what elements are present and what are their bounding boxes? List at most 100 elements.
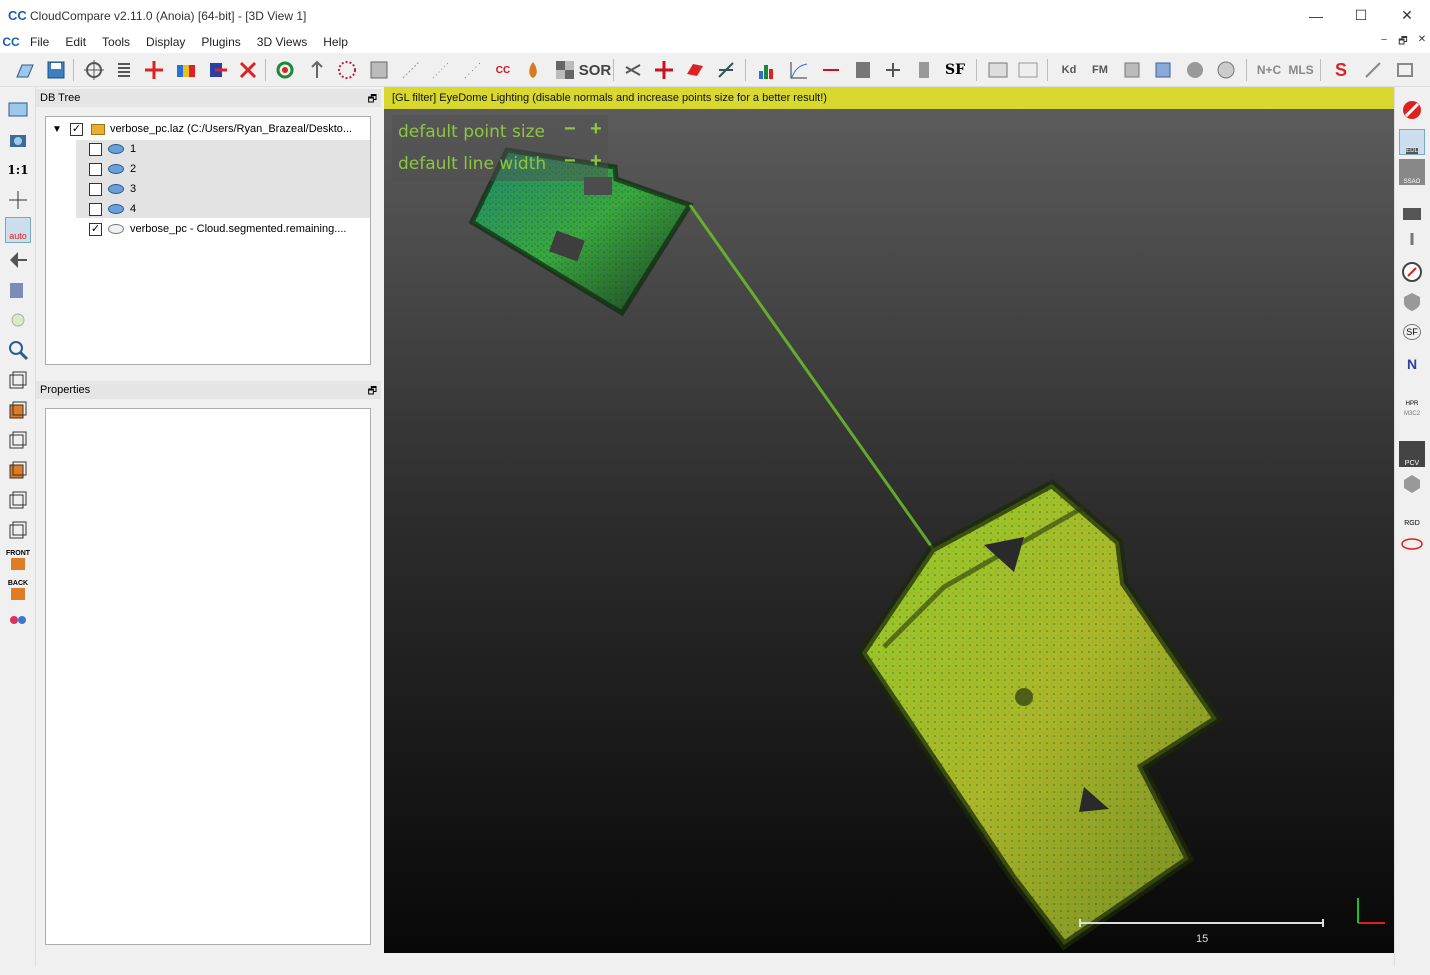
csv-icon[interactable]: [1150, 57, 1176, 83]
mdi-minimize-button[interactable]: –: [1377, 34, 1391, 48]
list-icon[interactable]: [111, 57, 137, 83]
plane-icon[interactable]: [682, 57, 708, 83]
perspective-icon[interactable]: [5, 277, 31, 303]
camera-icon[interactable]: [5, 127, 31, 153]
stereo-icon[interactable]: [5, 607, 31, 633]
save-icon[interactable]: [43, 57, 69, 83]
pdf-icon[interactable]: [1119, 57, 1145, 83]
stop-icon[interactable]: [1399, 97, 1425, 123]
globe-icon[interactable]: [1213, 57, 1239, 83]
brush-icon[interactable]: [1399, 229, 1425, 255]
m3c2-icon[interactable]: M3C2: [1399, 411, 1425, 437]
menu-file[interactable]: File: [22, 35, 57, 49]
zoom-1-1-icon[interactable]: 1:1: [5, 157, 31, 183]
minmax-icon[interactable]: [818, 57, 844, 83]
shield-icon[interactable]: [1399, 289, 1425, 315]
tree-root-checkbox[interactable]: ✓: [70, 122, 83, 136]
ellipse-icon[interactable]: [1399, 531, 1425, 557]
clapper-icon[interactable]: [1399, 199, 1425, 225]
s-icon[interactable]: S: [1328, 57, 1354, 83]
scissors-icon[interactable]: [620, 57, 646, 83]
canupo-create-icon[interactable]: [985, 57, 1011, 83]
dots-icon[interactable]: [334, 57, 360, 83]
canupo-classify-icon[interactable]: [1015, 57, 1041, 83]
open-icon[interactable]: [12, 57, 38, 83]
close-button[interactable]: ✕: [1384, 0, 1430, 31]
ssao-icon[interactable]: SSAO: [1399, 159, 1425, 185]
right-view-icon[interactable]: [5, 487, 31, 513]
color-ramp-icon[interactable]: [173, 57, 199, 83]
scatter-icon[interactable]: [428, 57, 454, 83]
line-width-minus-button[interactable]: −: [564, 150, 576, 173]
hpr-icon[interactable]: HPR: [1399, 381, 1425, 407]
curve-icon[interactable]: [786, 57, 812, 83]
sample-icon[interactable]: [205, 57, 231, 83]
fm-icon[interactable]: FM: [1087, 57, 1113, 83]
tools-icon[interactable]: [1360, 57, 1386, 83]
n-c-icon[interactable]: N+C: [1256, 57, 1282, 83]
translate-icon[interactable]: [651, 57, 677, 83]
delete-icon[interactable]: [235, 57, 261, 83]
tree-item-3[interactable]: 3: [89, 179, 136, 199]
compass-icon[interactable]: [1399, 259, 1425, 285]
tree-item-segmented[interactable]: ✓ verbose_pc - Cloud.segmented.remaining…: [89, 219, 346, 239]
cc-icon[interactable]: CC: [490, 57, 516, 83]
zoom-icon[interactable]: [5, 337, 31, 363]
crosshair-icon[interactable]: [5, 187, 31, 213]
sf-icon[interactable]: SF: [942, 57, 968, 83]
tree-item-checkbox[interactable]: [89, 182, 102, 196]
mesh-icon[interactable]: [366, 57, 392, 83]
top-view-icon[interactable]: [5, 367, 31, 393]
expand-arrow-icon[interactable]: ▼: [52, 124, 66, 135]
tree-item-2[interactable]: 2: [89, 159, 136, 179]
tree-item-4[interactable]: 4: [89, 199, 136, 219]
histogram-icon[interactable]: [754, 57, 780, 83]
global-shift-icon[interactable]: [81, 57, 107, 83]
north-icon[interactable]: N: [1399, 351, 1425, 377]
front-view-icon[interactable]: [5, 397, 31, 423]
tree-item-checkbox[interactable]: ✓: [89, 222, 102, 236]
hexagon-icon[interactable]: [1399, 471, 1425, 497]
tree-item-1[interactable]: 1: [89, 139, 136, 159]
tree-item-checkbox[interactable]: [89, 142, 102, 156]
point-size-plus-button[interactable]: +: [590, 118, 602, 141]
rotate-icon[interactable]: [5, 247, 31, 273]
export-icon[interactable]: [1392, 57, 1418, 83]
tree-item-checkbox[interactable]: [89, 202, 102, 216]
menu-3d-views[interactable]: 3D Views: [249, 35, 315, 49]
tree-item-checkbox[interactable]: [89, 162, 102, 176]
screenshot-icon[interactable]: [5, 97, 31, 123]
sor-icon[interactable]: SOR: [579, 57, 612, 83]
project-icon[interactable]: [460, 57, 486, 83]
light-icon[interactable]: [5, 307, 31, 333]
sf-filter-icon[interactable]: SF: [1399, 319, 1425, 345]
add-point-icon[interactable]: [141, 57, 167, 83]
menu-edit[interactable]: Edit: [57, 35, 94, 49]
menu-plugins[interactable]: Plugins: [193, 35, 248, 49]
back-view-icon[interactable]: [5, 457, 31, 483]
mdi-app-icon[interactable]: CC: [0, 35, 22, 49]
bottom-view-icon[interactable]: [5, 517, 31, 543]
tree-root-item[interactable]: ▼ ✓ verbose_pc.laz (C:/Users/Ryan_Brazea…: [52, 119, 352, 139]
plus-icon[interactable]: [880, 57, 906, 83]
auto-pivot-icon[interactable]: auto: [5, 217, 31, 243]
point-size-minus-button[interactable]: −: [564, 118, 576, 141]
pick-icon[interactable]: [304, 57, 330, 83]
axis-icon[interactable]: [713, 57, 739, 83]
point-cloud-render[interactable]: [384, 87, 1394, 953]
menu-display[interactable]: Display: [138, 35, 193, 49]
mdi-close-button[interactable]: ✕: [1415, 34, 1429, 48]
rgd-icon[interactable]: RGD: [1399, 501, 1425, 527]
float-icon[interactable]: 🗗: [368, 91, 377, 109]
line-width-plus-button[interactable]: +: [590, 150, 602, 173]
edl-icon[interactable]: EDL: [1399, 129, 1425, 155]
calculator-icon[interactable]: [850, 57, 876, 83]
register-icon[interactable]: [272, 57, 298, 83]
sphere-icon[interactable]: [1182, 57, 1208, 83]
maximize-button[interactable]: ☐: [1338, 0, 1384, 31]
float-icon[interactable]: 🗗: [368, 383, 377, 401]
minimize-button[interactable]: —: [1293, 0, 1339, 31]
iso-front-icon[interactable]: FRONT: [5, 547, 31, 573]
iso-back-icon[interactable]: BACK: [5, 577, 31, 603]
subsample-icon[interactable]: [398, 57, 424, 83]
